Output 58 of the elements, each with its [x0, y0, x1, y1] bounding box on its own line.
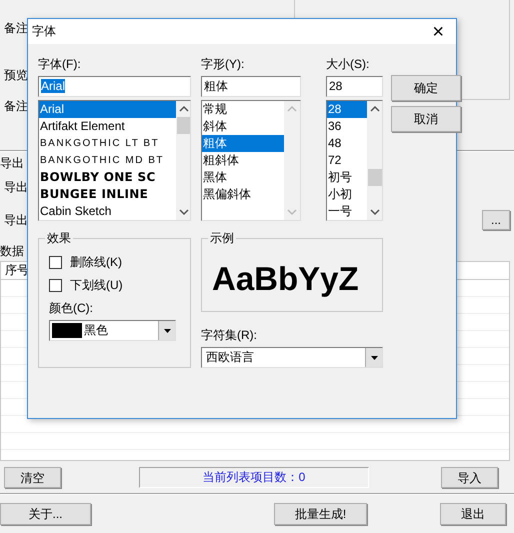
dropdown-value: 西欧语言 — [205, 350, 255, 365]
size-field[interactable]: 28 — [326, 76, 383, 97]
list-item[interactable]: 48 — [327, 135, 367, 152]
dropdown-value: 黑色 — [84, 323, 109, 338]
batch-button[interactable]: 批量生成! — [274, 503, 367, 525]
ok-button[interactable]: 确定 — [391, 75, 461, 101]
list-item[interactable]: 28 — [327, 101, 367, 118]
font-list[interactable]: Arial Artifakt Element BANKGOTHIC LT BT BANKGOTHIC MD BT BOWLBY ONE SC BUNGEE INLINE Cabin Sketch — [38, 100, 191, 221]
list-item[interactable]: 黑偏斜体 — [202, 186, 284, 203]
about-button[interactable]: 关于... — [0, 503, 91, 525]
list-item[interactable]: BUNGEE INLINE — [39, 186, 176, 203]
field-label: 预览 — [4, 68, 28, 83]
list-item[interactable]: 黑体 — [202, 169, 284, 186]
list-item[interactable]: 小初 — [327, 186, 367, 203]
list-item[interactable]: Artifakt Element — [39, 118, 176, 135]
group-title: 导出 — [0, 156, 24, 171]
field-label: 备注 — [4, 21, 28, 36]
field-label: 备注 — [4, 99, 28, 114]
list-item[interactable]: 36 — [327, 118, 367, 135]
field-label: 导出 — [4, 180, 28, 195]
list-item[interactable]: 斜体 — [202, 118, 284, 135]
field-label: 导出 — [4, 212, 28, 228]
font-field[interactable]: Arial — [38, 76, 191, 97]
color-dropdown[interactable]: 黑色 — [49, 320, 176, 341]
exit-button[interactable]: 退出 — [440, 503, 506, 525]
list-item[interactable]: 粗体 — [202, 135, 284, 152]
field-label: 大小(S): — [326, 57, 370, 72]
field-label: 字符集(R): — [201, 328, 258, 343]
list-item[interactable]: Arial — [39, 101, 176, 118]
field-label: 字形(Y): — [201, 57, 246, 72]
cancel-button[interactable]: 取消 — [391, 106, 461, 132]
list-item[interactable]: 粗斜体 — [202, 152, 284, 169]
field-label: 颜色(C): — [49, 301, 94, 316]
close-button[interactable]: × — [432, 22, 444, 42]
list-item[interactable]: 72 — [327, 152, 367, 169]
section-label: 数据 — [0, 244, 24, 259]
clear-button[interactable]: 清空 — [4, 467, 61, 488]
size-list[interactable]: 28 36 48 72 初号 小初 一号 — [326, 100, 383, 221]
list-item[interactable]: BOWLBY ONE SC — [39, 169, 176, 186]
list-item[interactable]: 一号 — [327, 203, 367, 220]
list-item[interactable]: BANKGOTHIC LT BT — [39, 135, 176, 152]
list-item[interactable]: Cabin Sketch — [39, 203, 176, 220]
list-item[interactable]: 初号 — [327, 169, 367, 186]
field-label: 字体(F): — [38, 57, 82, 72]
group-title: 效果 — [45, 231, 73, 246]
status-label: 当前列表项目数：0 — [139, 467, 369, 488]
import-button[interactable]: 导入 — [441, 467, 498, 488]
dialog-title: 字体 — [32, 24, 56, 39]
list-item[interactable]: BANKGOTHIC MD BT — [39, 152, 176, 169]
group-title: 示例 — [208, 231, 236, 246]
list-item[interactable]: 常规 — [202, 101, 284, 118]
checkbox-label: 删除线(K) — [70, 255, 122, 270]
sample-text: AaBbYyZ — [212, 259, 359, 299]
style-list[interactable]: 常规 斜体 粗体 粗斜体 黑体 黑偏斜体 — [201, 100, 301, 221]
checkbox-label: 下划线(U) — [70, 278, 123, 293]
style-field[interactable]: 粗体 — [201, 76, 301, 97]
charset-dropdown[interactable]: 西欧语言 — [201, 347, 383, 368]
browse-button[interactable]: ... — [482, 210, 510, 230]
